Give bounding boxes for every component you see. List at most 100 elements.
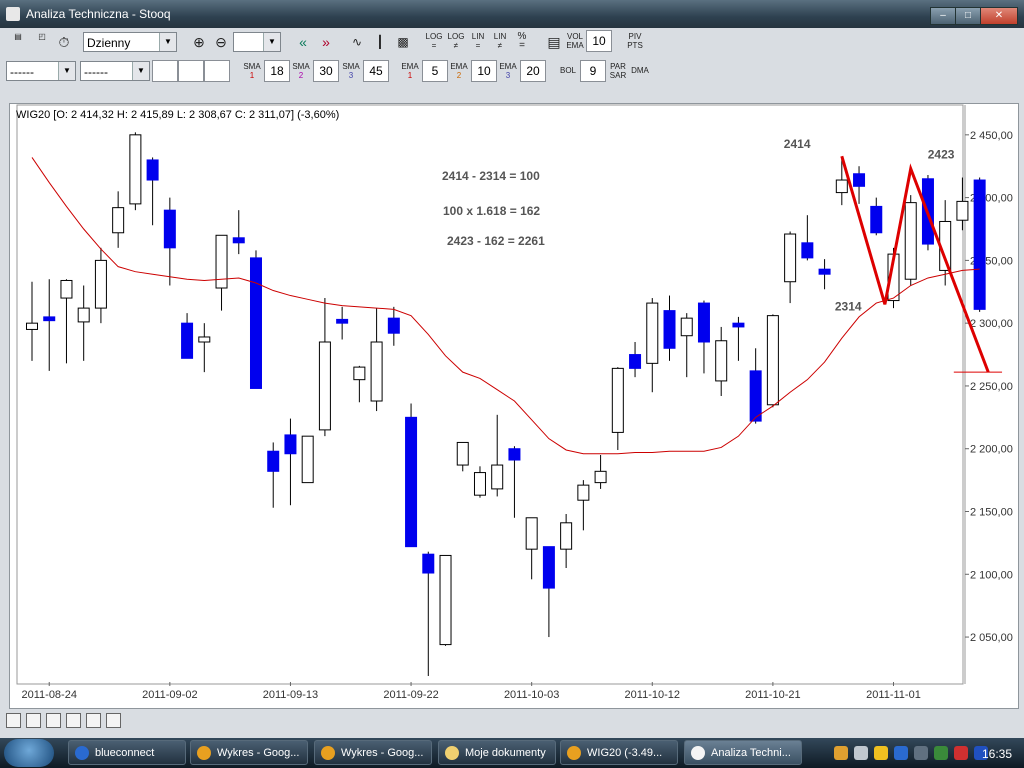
candle [577,480,590,531]
blank-box-3[interactable] [204,60,230,82]
candle-body [611,367,624,433]
chevron-down-icon[interactable]: ▼ [132,62,149,80]
candle [181,313,194,359]
print-icon[interactable] [106,713,121,728]
network-icon[interactable] [854,746,868,760]
fit-icon[interactable] [26,713,41,728]
sma-2-button[interactable]: SMA 2 [291,62,311,80]
taskbar-item[interactable]: Wykres - Goog... [190,740,308,765]
ema-2-button[interactable]: EMA 2 [449,62,469,80]
chevron-down-icon[interactable]: ▼ [263,33,280,51]
candle-body [801,242,814,259]
lin-button-2[interactable]: LIN ≠ [490,31,510,55]
taskbar-item[interactable]: Wykres - Goog... [314,740,432,765]
alert-icon[interactable] [954,746,968,760]
candle-chart-icon[interactable]: ▩ [392,31,414,55]
ema-1-input[interactable]: 5 [422,60,448,82]
chart-panel[interactable]: 2 050,00 2 100,00 2 150,00 2 200,00 2 250,00… [9,103,1019,709]
blank-box-1[interactable] [152,60,178,82]
ema-1-button[interactable]: EMA 1 [400,62,420,80]
line-chart-icon[interactable]: ∿ [346,31,368,55]
zoom-select[interactable]: ▼ [233,32,281,52]
taskbar-item[interactable]: WIG20 (-3.49... [560,740,678,765]
interval-select-value: Dzienny [87,36,131,50]
candle [801,215,814,261]
ema-2-input[interactable]: 10 [471,60,497,82]
title-bar: Analiza Techniczna - Stooq – □ ✕ [0,0,1024,28]
sma-3-button[interactable]: SMA 3 [341,62,361,80]
lin-button-1[interactable]: LIN = [468,31,488,55]
bol-input[interactable]: 9 [580,60,606,82]
log-label-2: LOG [447,32,465,41]
percent-label: % [517,31,527,42]
ema-1-label: EMA [401,62,419,71]
overlay-select-1[interactable]: ------ ▼ [6,61,76,81]
export-icon[interactable]: ◰ [32,31,52,55]
pivot-points-button[interactable]: PIV PTS [624,31,646,55]
candle [422,551,435,676]
ema-3-button[interactable]: EMA 3 [498,62,518,80]
taskbar-item[interactable]: Analiza Techni... [684,740,802,765]
ema-3-input[interactable]: 20 [520,60,546,82]
print-icon[interactable]: ▤ [8,31,28,55]
scroll-left-icon[interactable]: « [292,31,314,55]
save-icon[interactable] [6,713,21,728]
app-window: Analiza Techniczna - Stooq – □ ✕ ▤ ◰ ⏱ D… [0,0,1024,738]
candle-body [370,341,383,402]
bol-button[interactable]: BOL [558,66,578,75]
vol-ema-input[interactable]: 10 [586,30,612,52]
maximize-button[interactable]: □ [955,7,981,25]
chevron-down-icon[interactable]: ▼ [58,62,75,80]
connection-icon[interactable] [934,746,948,760]
volume-chart-icon[interactable]: ▤ [543,31,565,55]
log-button-2[interactable]: LOG ≠ [446,31,466,55]
interval-select[interactable]: Dzienny ▼ [83,32,177,52]
shrink-icon[interactable] [46,713,61,728]
log-button-1[interactable]: LOG = [424,31,444,55]
lin-label-2: LIN [493,32,507,41]
percent-button[interactable]: % = [512,31,532,55]
ohlc-chart-icon[interactable]: ┃ [369,31,391,55]
close-button[interactable]: ✕ [980,7,1018,25]
sma-1-button[interactable]: SMA 1 [242,62,262,80]
sma-1-input[interactable]: 18 [264,60,290,82]
candle-body [43,316,56,322]
candle-body [749,370,762,422]
zoom-in-icon[interactable]: ⊕ [189,31,209,55]
minimize-button[interactable]: – [930,7,956,25]
sma-3-input[interactable]: 45 [363,60,389,82]
vol-ema-button[interactable]: VOL EMA [565,31,585,55]
taskbar-item[interactable]: blueconnect [68,740,186,765]
dma-button[interactable]: DMA [630,66,650,75]
timer-icon[interactable]: ⏱ [54,31,74,55]
candle-body [146,159,159,181]
shield-icon[interactable] [874,746,888,760]
zoom-out-icon[interactable]: ⊖ [211,31,231,55]
candle-body [508,448,521,461]
candle-body [318,341,331,431]
y-tick-label: 2 450,00 [970,130,1013,142]
candle-body [129,134,142,205]
candle-body [112,207,125,234]
candle-body [594,470,607,484]
clock[interactable]: 16:35 [982,747,1012,761]
blank-box-2[interactable] [178,60,204,82]
overlay-select-2[interactable]: ------ ▼ [80,61,150,81]
sma-2-input[interactable]: 30 [313,60,339,82]
java-icon[interactable] [834,746,848,760]
ema-label: EMA [566,41,584,50]
expand-icon[interactable] [66,713,81,728]
sma-1-label: SMA [243,62,261,71]
par-sar-button[interactable]: PAR SAR [608,62,628,80]
scroll-right-icon[interactable]: » [315,31,337,55]
candle-body [853,173,866,187]
chevron-down-icon[interactable]: ▼ [159,33,176,51]
y-axis-ticks: 2 050,00 2 100,00 2 150,00 2 200,00 2 250,00… [965,130,1013,644]
taskbar-item[interactable]: Moje dokumenty [438,740,556,765]
candlestick-chart[interactable]: 2 050,00 2 100,00 2 150,00 2 200,00 2 250,00… [10,104,1018,708]
ema-2-label: EMA [450,62,468,71]
blueconnect-tray-icon[interactable] [894,746,908,760]
fullscreen-icon[interactable] [86,713,101,728]
volume-icon[interactable] [914,746,928,760]
start-button[interactable] [4,739,54,767]
